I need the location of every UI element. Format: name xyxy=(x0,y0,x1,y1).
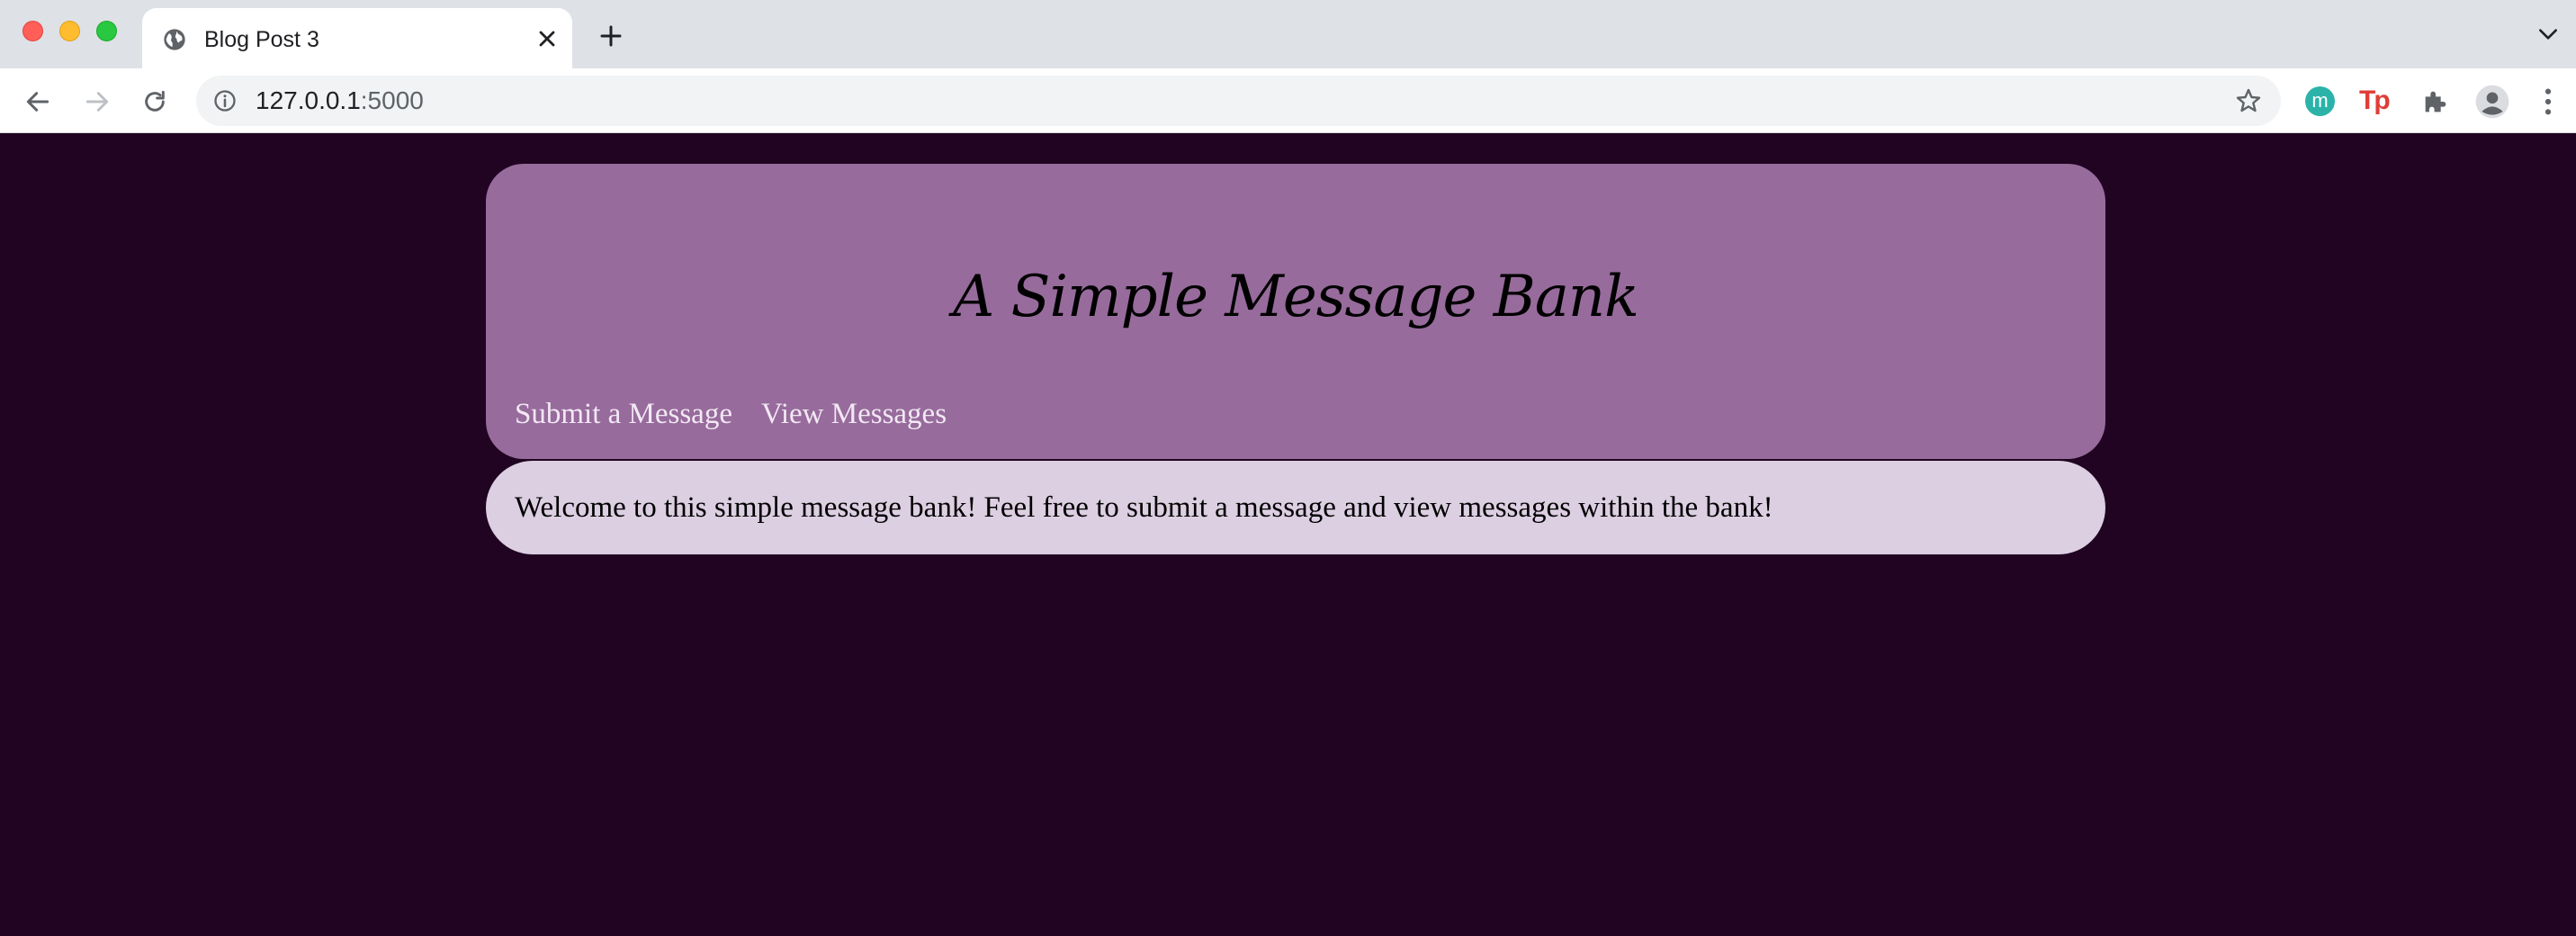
tab-title: Blog Post 3 xyxy=(204,27,319,52)
url-text[interactable]: 127.0.0.1:5000 xyxy=(256,86,424,115)
welcome-message: Welcome to this simple message bank! Fee… xyxy=(515,491,1773,524)
nav-link-submit-message[interactable]: Submit a Message xyxy=(515,396,732,432)
avatar-icon[interactable] xyxy=(2474,84,2510,120)
address-bar[interactable]: 127.0.0.1:5000 xyxy=(196,76,2281,126)
window-close-button[interactable] xyxy=(22,21,43,41)
reload-icon[interactable] xyxy=(140,87,169,116)
close-icon[interactable] xyxy=(534,26,560,51)
forward-arrow-icon[interactable] xyxy=(83,87,112,116)
browser-tab[interactable]: Blog Post 3 xyxy=(142,8,572,68)
url-port: :5000 xyxy=(360,86,424,114)
site-nav: Submit a Message View Messages xyxy=(515,396,947,432)
plus-icon[interactable] xyxy=(597,22,624,50)
kebab-menu-icon[interactable] xyxy=(2542,86,2554,117)
browser-toolbar: 127.0.0.1:5000 m Tp xyxy=(0,68,2576,133)
star-icon[interactable] xyxy=(2234,86,2263,115)
url-host: 127.0.0.1 xyxy=(256,86,361,114)
browser-tab-strip: Blog Post 3 xyxy=(0,0,2576,68)
page-title: A Simple Message Bank xyxy=(953,264,1639,330)
welcome-panel: Welcome to this simple message bank! Fee… xyxy=(486,461,2105,554)
extension-m-icon[interactable]: m xyxy=(2305,86,2335,116)
puzzle-icon[interactable] xyxy=(2420,86,2451,117)
site-header: A Simple Message Bank Submit a Message V… xyxy=(486,164,2105,459)
page-body: A Simple Message Bank Submit a Message V… xyxy=(0,134,2576,936)
window-minimize-button[interactable] xyxy=(59,21,80,41)
nav-link-view-messages[interactable]: View Messages xyxy=(761,396,947,432)
globe-icon xyxy=(164,29,185,50)
back-arrow-icon[interactable] xyxy=(23,87,52,116)
chevron-down-icon[interactable] xyxy=(2536,25,2560,43)
window-maximize-button[interactable] xyxy=(96,21,117,41)
info-icon[interactable] xyxy=(212,88,238,113)
extension-tp-icon[interactable]: Tp xyxy=(2359,83,2391,119)
